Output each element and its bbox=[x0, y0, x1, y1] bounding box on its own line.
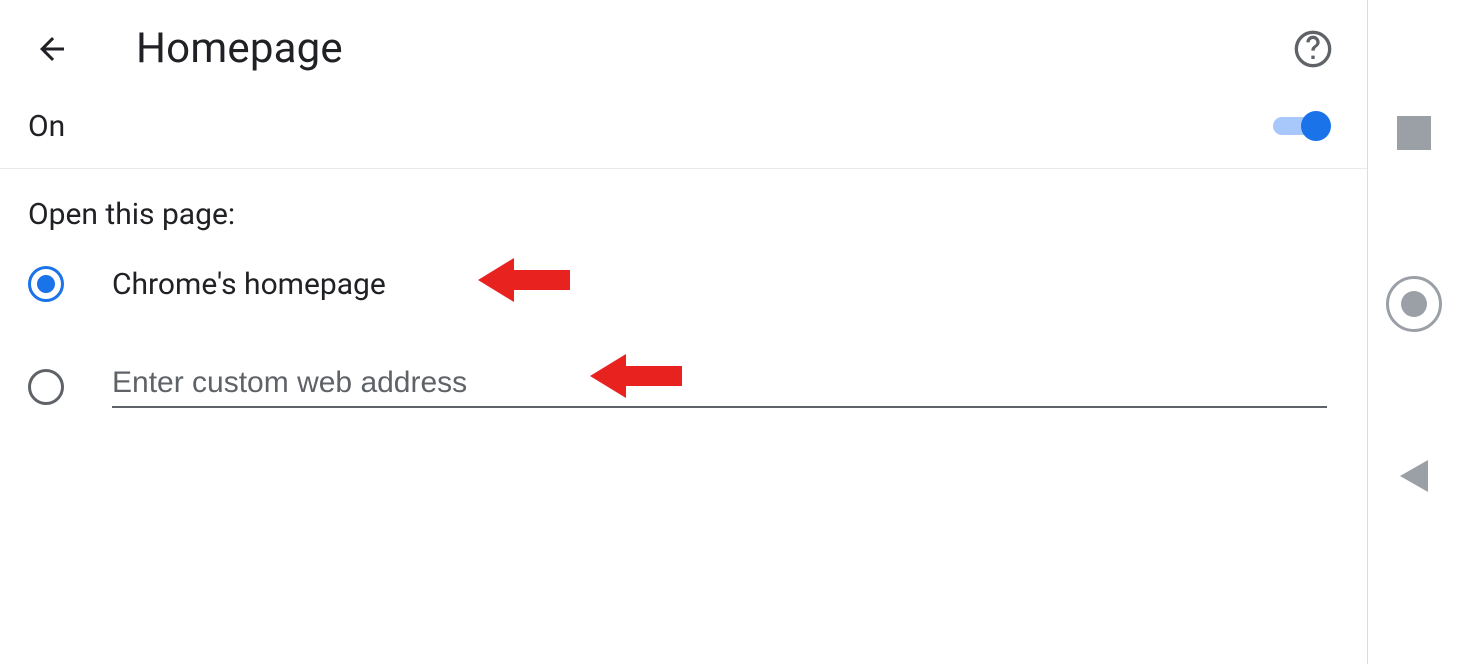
page-title: Homepage bbox=[136, 24, 1289, 73]
play-back-button[interactable] bbox=[1400, 460, 1428, 492]
annotation-arrow-icon bbox=[478, 254, 570, 306]
toggle-label: On bbox=[28, 109, 65, 144]
arrow-left-icon bbox=[34, 31, 70, 67]
custom-url-input[interactable] bbox=[112, 366, 1327, 400]
help-button[interactable] bbox=[1289, 25, 1337, 73]
section-label: Open this page: bbox=[0, 169, 1367, 242]
custom-url-input-wrap bbox=[112, 366, 1327, 408]
toggle-thumb bbox=[1301, 111, 1331, 141]
record-icon bbox=[1401, 291, 1427, 317]
homepage-toggle-row: On bbox=[0, 97, 1367, 169]
help-icon bbox=[1293, 29, 1333, 69]
stop-button[interactable] bbox=[1397, 116, 1431, 150]
homepage-toggle[interactable] bbox=[1273, 111, 1331, 143]
right-sidebar bbox=[1368, 0, 1460, 664]
option-custom-url-row bbox=[0, 326, 1367, 432]
option-chrome-homepage-row: Chrome's homepage bbox=[0, 242, 1367, 326]
header: Homepage bbox=[0, 0, 1367, 97]
settings-panel: Homepage On Open this page: Chrome's hom… bbox=[0, 0, 1368, 664]
radio-chrome-homepage-label: Chrome's homepage bbox=[112, 267, 386, 302]
record-button[interactable] bbox=[1386, 276, 1442, 332]
back-button[interactable] bbox=[28, 25, 76, 73]
radio-chrome-homepage[interactable] bbox=[28, 266, 64, 302]
radio-custom-url[interactable] bbox=[28, 369, 64, 405]
